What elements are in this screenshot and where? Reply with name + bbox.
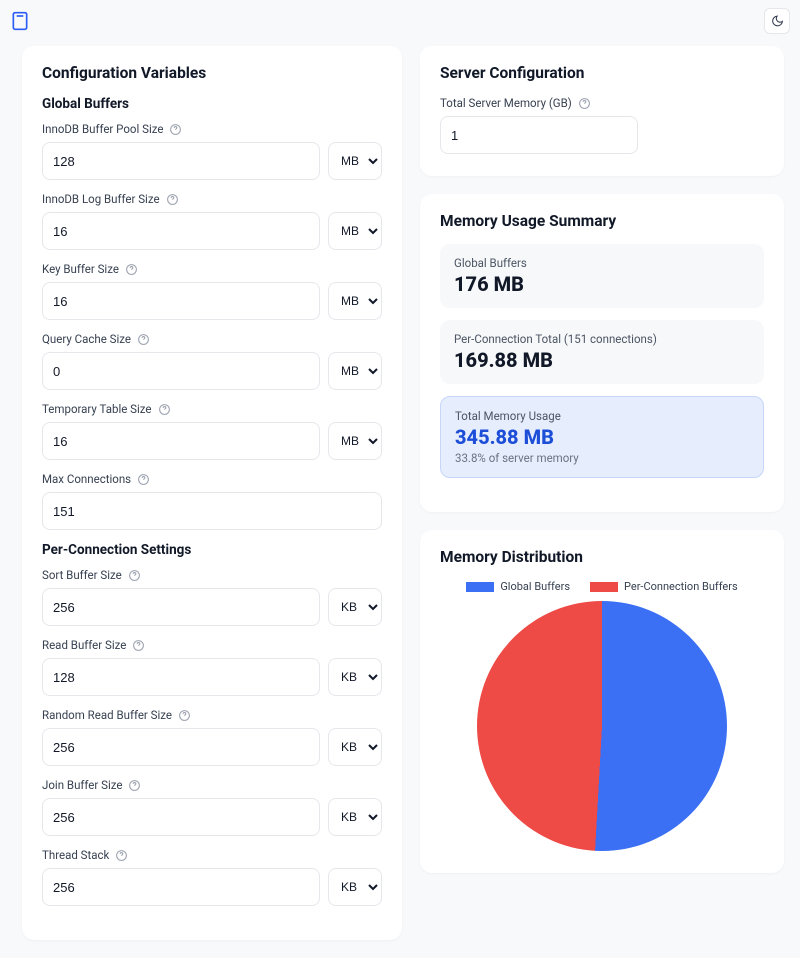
config-title: Configuration Variables xyxy=(42,64,382,82)
help-icon[interactable] xyxy=(128,569,141,582)
config-field: Query Cache Size MB xyxy=(42,332,382,390)
help-icon[interactable] xyxy=(115,849,128,862)
value-input[interactable] xyxy=(42,142,320,180)
value-input[interactable] xyxy=(42,588,320,626)
value-input[interactable] xyxy=(42,422,320,460)
unit-select[interactable]: MB xyxy=(328,142,382,180)
field-label: Sort Buffer Size xyxy=(42,568,122,582)
unit-select[interactable]: KB xyxy=(328,868,382,906)
field-label: Random Read Buffer Size xyxy=(42,708,172,722)
field-label: Thread Stack xyxy=(42,848,109,862)
summary-total-label: Total Memory Usage xyxy=(455,409,749,423)
summary-total-sub: 33.8% of server memory xyxy=(455,451,749,465)
value-input[interactable] xyxy=(42,658,320,696)
per-conn-fields: Sort Buffer SizeKBRead Buffer SizeKBRand… xyxy=(42,568,382,906)
field-label: InnoDB Log Buffer Size xyxy=(42,192,160,206)
legend-label-per-conn: Per-Connection Buffers xyxy=(624,580,738,593)
legend-swatch-global xyxy=(466,582,494,592)
unit-select[interactable]: MB xyxy=(328,422,382,460)
max-connections-label: Max Connections xyxy=(42,472,131,486)
help-icon[interactable] xyxy=(132,639,145,652)
config-card: Configuration Variables Global Buffers I… xyxy=(22,46,402,940)
config-column: Configuration Variables Global Buffers I… xyxy=(22,46,402,940)
legend-item-per-conn: Per-Connection Buffers xyxy=(590,580,738,593)
help-icon[interactable] xyxy=(178,709,191,722)
help-icon[interactable] xyxy=(169,123,182,136)
unit-select[interactable]: MB xyxy=(328,212,382,250)
config-field: InnoDB Log Buffer Size MB xyxy=(42,192,382,250)
summary-per-conn: Per-Connection Total (151 connections) 1… xyxy=(440,320,764,384)
summary-per-conn-value: 169.88 MB xyxy=(454,348,750,372)
server-memory-label: Total Server Memory (GB) xyxy=(440,96,572,110)
global-buffers-heading: Global Buffers xyxy=(42,96,382,112)
topbar xyxy=(0,0,800,34)
config-field: Thread Stack KB xyxy=(42,848,382,906)
value-input[interactable] xyxy=(42,728,320,766)
field-label: Key Buffer Size xyxy=(42,262,119,276)
unit-select[interactable]: KB xyxy=(328,588,382,626)
summary-card: Memory Usage Summary Global Buffers 176 … xyxy=(420,194,784,512)
legend-label-global: Global Buffers xyxy=(500,580,570,593)
summary-title: Memory Usage Summary xyxy=(440,212,764,230)
server-title: Server Configuration xyxy=(440,64,764,82)
field-label: Query Cache Size xyxy=(42,332,131,346)
moon-icon xyxy=(771,15,784,28)
field-label: InnoDB Buffer Pool Size xyxy=(42,122,163,136)
value-input[interactable] xyxy=(42,352,320,390)
unit-select[interactable]: KB xyxy=(328,798,382,836)
unit-select[interactable]: KB xyxy=(328,728,382,766)
summary-total: Total Memory Usage 345.88 MB 33.8% of se… xyxy=(440,396,764,478)
field-label: Join Buffer Size xyxy=(42,778,122,792)
field-label: Temporary Table Size xyxy=(42,402,152,416)
config-field: InnoDB Buffer Pool Size MB xyxy=(42,122,382,180)
config-field: Read Buffer Size KB xyxy=(42,638,382,696)
help-icon[interactable] xyxy=(137,333,150,346)
value-input[interactable] xyxy=(42,212,320,250)
help-icon[interactable] xyxy=(137,473,150,486)
value-input[interactable] xyxy=(42,282,320,320)
legend-item-global: Global Buffers xyxy=(466,580,570,593)
help-icon[interactable] xyxy=(125,263,138,276)
unit-select[interactable]: MB xyxy=(328,352,382,390)
help-icon[interactable] xyxy=(166,193,179,206)
help-icon[interactable] xyxy=(128,779,141,792)
per-connection-heading: Per-Connection Settings xyxy=(42,542,382,558)
config-field: Random Read Buffer Size KB xyxy=(42,708,382,766)
right-column: Server Configuration Total Server Memory… xyxy=(420,46,784,940)
summary-global: Global Buffers 176 MB xyxy=(440,244,764,308)
value-input[interactable] xyxy=(42,798,320,836)
legend-swatch-per-conn xyxy=(590,582,618,592)
main-layout: Configuration Variables Global Buffers I… xyxy=(0,34,800,958)
theme-toggle-button[interactable] xyxy=(764,8,790,34)
server-memory-input[interactable] xyxy=(440,116,638,154)
distribution-card: Memory Distribution Global Buffers Per-C… xyxy=(420,530,784,873)
summary-total-value: 345.88 MB xyxy=(455,425,749,449)
config-field: Key Buffer Size MB xyxy=(42,262,382,320)
help-icon[interactable] xyxy=(578,97,591,110)
summary-per-conn-label: Per-Connection Total (151 connections) xyxy=(454,332,750,346)
summary-global-label: Global Buffers xyxy=(454,256,750,270)
value-input[interactable] xyxy=(42,868,320,906)
field-label: Read Buffer Size xyxy=(42,638,126,652)
summary-global-value: 176 MB xyxy=(454,272,750,296)
config-field: Temporary Table Size MB xyxy=(42,402,382,460)
max-connections-field: Max Connections xyxy=(42,472,382,530)
max-connections-input[interactable] xyxy=(42,492,382,530)
config-field: Sort Buffer Size KB xyxy=(42,568,382,626)
pie-chart-wrap xyxy=(440,599,764,851)
help-icon[interactable] xyxy=(158,403,171,416)
global-fields: InnoDB Buffer Pool SizeMBInnoDB Log Buff… xyxy=(42,122,382,460)
chart-legend: Global Buffers Per-Connection Buffers xyxy=(440,580,764,593)
unit-select[interactable]: MB xyxy=(328,282,382,320)
distribution-title: Memory Distribution xyxy=(440,548,764,566)
app-logo xyxy=(10,11,30,31)
server-card: Server Configuration Total Server Memory… xyxy=(420,46,784,176)
pie-chart xyxy=(477,601,727,851)
config-field: Join Buffer Size KB xyxy=(42,778,382,836)
unit-select[interactable]: KB xyxy=(328,658,382,696)
